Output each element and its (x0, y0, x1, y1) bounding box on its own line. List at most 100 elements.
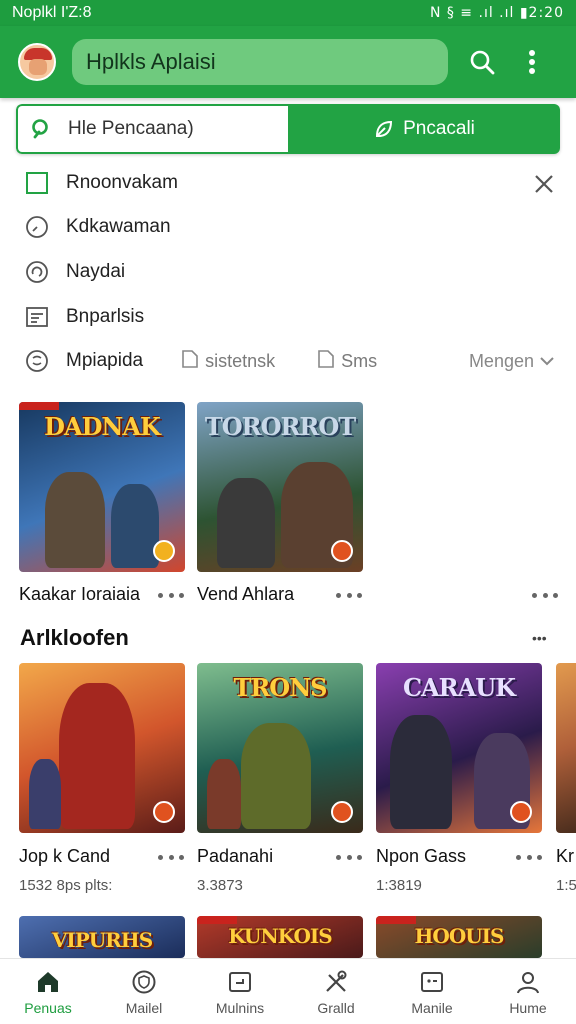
suggestion-label: Bnparlsis (66, 306, 145, 327)
app-title: Hplkls Aplaisi (86, 49, 216, 74)
checkbox-icon (24, 170, 50, 196)
nav-label: Hume (509, 999, 547, 1016)
badge-icon (153, 801, 175, 823)
nav-label: Gralld (317, 999, 355, 1016)
search-input[interactable]: Hle Pencaana) (16, 104, 288, 154)
section-title: Arlkloofen (20, 625, 129, 650)
nav-item-gralld[interactable]: Gralld (288, 959, 384, 1024)
more-menu-button[interactable] (512, 42, 552, 82)
game-meta: 1:5 (556, 877, 576, 894)
nav-item-mailel[interactable]: Mailel (96, 959, 192, 1024)
game-art-title: VIPURHS (51, 928, 153, 952)
nav-label: Mailel (125, 999, 163, 1016)
suggestion-item[interactable]: Bnparlsis (24, 304, 144, 330)
badge-icon (331, 540, 353, 562)
suggestion-item[interactable]: Rnoonvakam (24, 170, 178, 196)
search-suggestions-dropdown: Rnoonvakam Kdkawaman Naydai Bnparlsis Mp… (4, 160, 572, 388)
status-icons: N § ≡ .ıl .ıl ▮2:20 (429, 5, 564, 21)
suggestion-label: Kdkawaman (66, 216, 171, 237)
nav-label: Penuas (24, 999, 72, 1016)
list-icon (24, 304, 50, 330)
suggestion-item[interactable]: Kdkawaman (24, 214, 171, 240)
nav-label: Manile (411, 999, 453, 1016)
filter-chip-label: Sms (341, 350, 378, 371)
more-vert-icon (529, 50, 535, 74)
game-meta: 1:3819 (376, 877, 422, 894)
game-card[interactable] (19, 663, 185, 833)
filter-chip[interactable]: sistetnsk (181, 349, 275, 374)
suggestion-label: Rnoonvakam (66, 172, 178, 193)
emoji-icon (24, 348, 50, 374)
filter-label: Mpiapida (66, 350, 144, 371)
status-time: Noplkl I'Z:8 (12, 4, 92, 21)
game-card[interactable]: VIPURHS (19, 916, 185, 958)
more-filters-button[interactable]: Mengen (469, 351, 556, 372)
more-options-icon[interactable] (336, 853, 362, 861)
bottom-navigation: Penuas Mailel Mulnins Gralld Manile Hume (0, 958, 576, 1024)
search-input-text: Hle Pencaana) (68, 118, 194, 139)
more-filters-label: Mengen (468, 350, 534, 371)
game-art-title: HOOUIS (414, 924, 505, 948)
nav-item-mulnins[interactable]: Mulnins (192, 959, 288, 1024)
game-title: Kaakar Ioraiaia (19, 584, 141, 604)
home-icon (34, 968, 62, 996)
more-options-icon[interactable] (516, 853, 542, 861)
game-card[interactable]: TORORROT (197, 402, 363, 572)
badge-icon (331, 801, 353, 823)
badge-icon (510, 801, 532, 823)
shield-icon (130, 968, 158, 996)
game-title: Kr (556, 846, 574, 866)
game-card[interactable]: CARAUK (376, 663, 542, 833)
more-options-icon[interactable] (158, 853, 184, 861)
search-submit-label: Pncacali (403, 118, 475, 139)
clock-icon (24, 214, 50, 240)
app-title-box[interactable]: Hplkls Aplaisi (72, 39, 448, 85)
nav-item-home[interactable]: Penuas (0, 959, 96, 1024)
doc-icon (317, 349, 335, 374)
nav-label: Mulnins (215, 999, 265, 1016)
more-options-icon[interactable] (336, 591, 362, 599)
search-icon (470, 50, 495, 75)
game-title: Jop k Cand (19, 846, 111, 866)
filter-chip[interactable]: Sms (317, 349, 377, 374)
leaf-icon (376, 120, 393, 137)
doc-icon (181, 349, 199, 374)
refresh-icon (24, 259, 50, 285)
nav-item-manile[interactable]: Manile (384, 959, 480, 1024)
nav-item-profile[interactable]: Hume (480, 959, 576, 1024)
search-icon (32, 119, 48, 139)
suggestion-item[interactable]: Naydai (24, 259, 125, 285)
game-art-title: TORORROT (204, 412, 356, 441)
box-icon (226, 968, 254, 996)
card-icon (418, 968, 446, 996)
game-title: Vend Ahlara (197, 584, 295, 604)
chevron-down-icon (540, 357, 554, 366)
filter-row: Mpiapida sistetnsk Sms Mengen (24, 346, 556, 376)
game-card[interactable]: HOOUIS (376, 916, 542, 958)
game-card[interactable] (556, 663, 576, 833)
search-button[interactable] (462, 42, 502, 82)
search-bar: Hle Pencaana) Pncacali (16, 104, 560, 154)
game-meta: 3.3873 (197, 877, 243, 894)
game-meta: 1532 8ps plts: (19, 877, 113, 894)
tools-icon (322, 968, 350, 996)
status-bar: Noplkl I'Z:8 N § ≡ .ıl .ıl ▮2:20 (0, 0, 576, 26)
game-art-title: KUNKOIS (228, 924, 332, 948)
close-icon[interactable] (530, 170, 558, 198)
person-icon (514, 968, 542, 996)
game-art-title: DADNAK (44, 412, 161, 441)
more-options-icon[interactable] (158, 591, 184, 599)
game-title: Npon Gass (376, 846, 467, 866)
search-submit-button[interactable]: Pncacali (288, 104, 560, 154)
game-card[interactable]: KUNKOIS (197, 916, 363, 958)
game-card[interactable]: TRONS (197, 663, 363, 833)
game-art-title: TRONS (233, 673, 328, 702)
badge-icon (153, 540, 175, 562)
filter-option[interactable]: Mpiapida (24, 348, 143, 374)
game-art-title: CARAUK (402, 673, 516, 702)
avatar[interactable] (18, 43, 56, 81)
more-options-icon[interactable] (532, 591, 558, 599)
game-card[interactable]: DADNAK (19, 402, 185, 572)
section-more-button[interactable]: ••• (532, 630, 547, 646)
filter-chip-label: sistetnsk (205, 350, 276, 371)
